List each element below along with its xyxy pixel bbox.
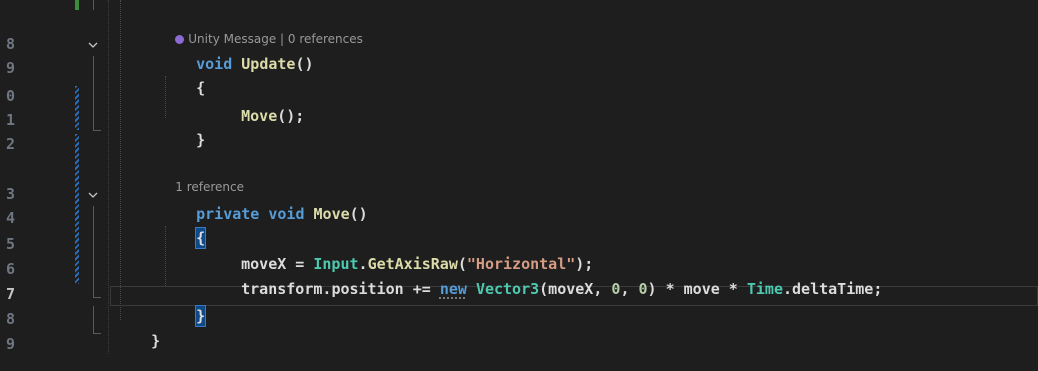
number-literal: 0 <box>638 280 648 298</box>
punctuation: (); <box>277 107 305 125</box>
line-number: 5 <box>6 235 16 253</box>
line-number: 0 <box>6 87 16 105</box>
arguments: (moveX, <box>539 280 612 298</box>
code-line-current[interactable]: } <box>160 286 207 346</box>
type-name: Vector3 <box>475 280 540 298</box>
change-indicator-added <box>75 0 79 10</box>
code-line[interactable]: { <box>160 208 207 268</box>
chevron-down-icon[interactable] <box>86 38 100 52</box>
line-number: 8 <box>6 310 16 328</box>
line-number-current: 7 <box>6 285 16 303</box>
method-name: Update <box>241 55 296 73</box>
code-line[interactable]: } <box>160 110 205 170</box>
property: deltaTime <box>792 280 874 298</box>
brace-match-highlight: } <box>195 305 207 327</box>
property: position <box>331 280 404 298</box>
line-number: 8 <box>6 35 16 53</box>
code-line[interactable]: Move(); <box>205 86 304 146</box>
fold-outline <box>93 306 94 334</box>
method-call: Move <box>241 107 278 125</box>
line-number-gutter: 8 9 0 1 2 3 4 5 6 7 8 9 <box>0 0 30 354</box>
code-line[interactable]: } <box>115 311 160 371</box>
code-line[interactable]: transform. position += new Vector3(moveX,… <box>205 259 882 319</box>
type-name: Time <box>746 280 783 298</box>
line-number: 9 <box>6 59 16 77</box>
expression: ) * move * <box>647 280 747 298</box>
brace: } <box>196 131 206 149</box>
punctuation: . <box>783 280 793 298</box>
code-editor[interactable]: 8 9 0 1 2 3 4 5 6 7 8 9 Unity Message | … <box>0 0 1038 354</box>
brace: { <box>196 79 206 97</box>
line-number: 1 <box>6 111 16 129</box>
line-number: 3 <box>6 185 16 203</box>
chevron-down-icon[interactable] <box>86 188 100 202</box>
fold-outline <box>93 56 94 130</box>
punctuation: ; <box>873 280 883 298</box>
code-line[interactable]: { <box>160 58 205 118</box>
partial-code-line <box>160 0 580 2</box>
punctuation: () <box>295 55 314 73</box>
indent-guide <box>120 0 121 320</box>
punctuation: () <box>349 205 368 223</box>
line-number: 4 <box>6 209 16 227</box>
variable: transform <box>241 280 323 298</box>
operator: += <box>403 280 440 298</box>
fold-outline <box>93 0 94 10</box>
keyword: private <box>196 205 260 223</box>
change-indicator-bar[interactable] <box>75 134 79 284</box>
line-number: 9 <box>6 335 16 353</box>
fold-outline <box>93 206 94 298</box>
line-number: 2 <box>6 135 16 153</box>
fold-outline-end <box>93 297 101 298</box>
keyword: void <box>268 205 305 223</box>
change-indicator-bar[interactable] <box>75 86 79 130</box>
method-name: Move <box>313 205 350 223</box>
line-number: 6 <box>6 260 16 278</box>
keyword-with-suggestion[interactable]: new <box>440 280 467 298</box>
fold-outline-end <box>93 333 101 334</box>
brace-match-highlight: { <box>195 227 207 249</box>
fold-outline-end <box>93 130 101 131</box>
brace: } <box>151 332 161 350</box>
